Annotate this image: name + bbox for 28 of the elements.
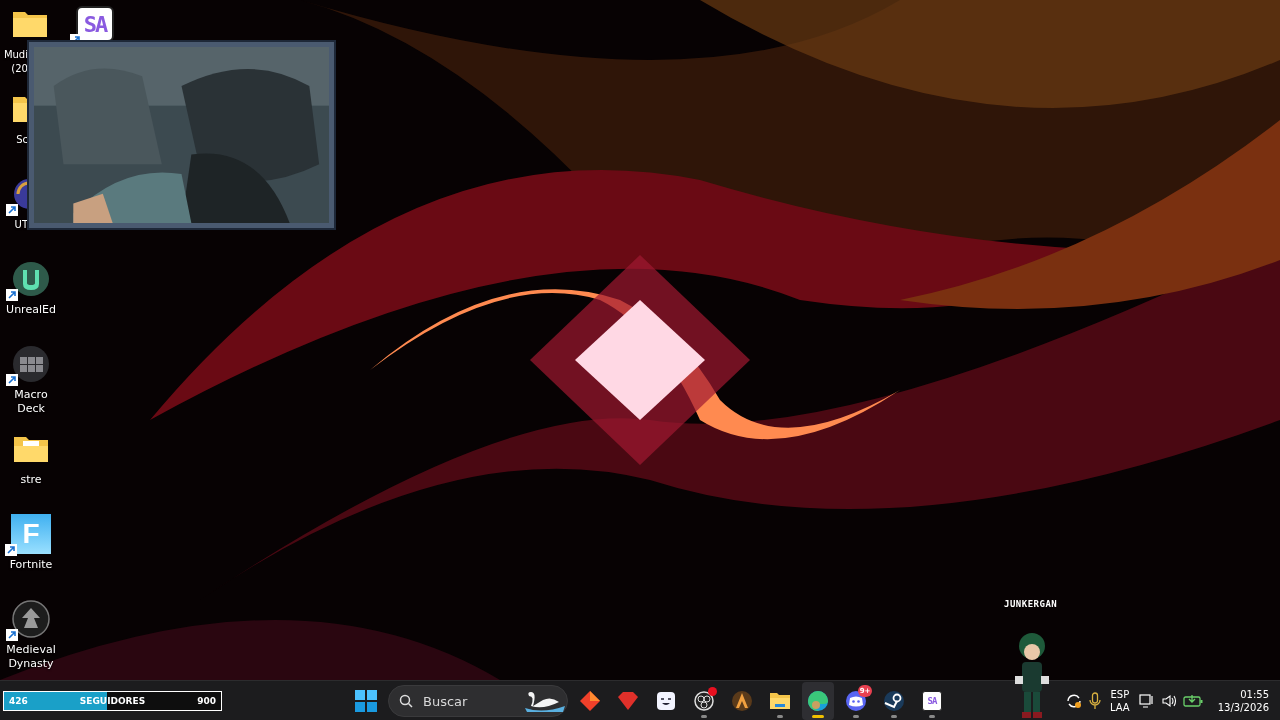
language-button[interactable]: ESP LAA (1106, 683, 1133, 719)
taskbar-app-button[interactable] (802, 682, 834, 720)
clock-button[interactable]: 01:55 13/3/2026 (1214, 683, 1272, 719)
browser-icon (807, 690, 829, 712)
search-input[interactable]: Buscar (421, 692, 515, 710)
crest-icon (731, 690, 753, 712)
diamond-icon (579, 690, 601, 712)
volume-icon[interactable] (1160, 693, 1177, 709)
running-indicator (777, 715, 783, 718)
follower-count: 426 (9, 695, 28, 706)
running-indicator (701, 715, 707, 718)
taskbar-app-button[interactable]: SA (916, 682, 948, 720)
goal-target: 900 (197, 695, 216, 706)
folder-icon (769, 692, 791, 710)
smiling-face-icon (656, 691, 676, 711)
microphone-icon[interactable] (1088, 692, 1101, 710)
running-indicator (853, 715, 859, 718)
sync-icon[interactable] (1064, 692, 1083, 710)
search-field[interactable]: Buscar (388, 685, 568, 717)
running-indicator (891, 715, 897, 718)
search-icon (399, 694, 413, 708)
battery-icon[interactable] (1182, 694, 1203, 708)
gem-icon (617, 691, 639, 711)
running-indicator (812, 715, 824, 718)
network-icon[interactable] (1138, 693, 1155, 709)
obs-icon (693, 690, 715, 712)
running-indicator (929, 715, 935, 718)
pixel-logo-icon: SA (922, 691, 942, 711)
